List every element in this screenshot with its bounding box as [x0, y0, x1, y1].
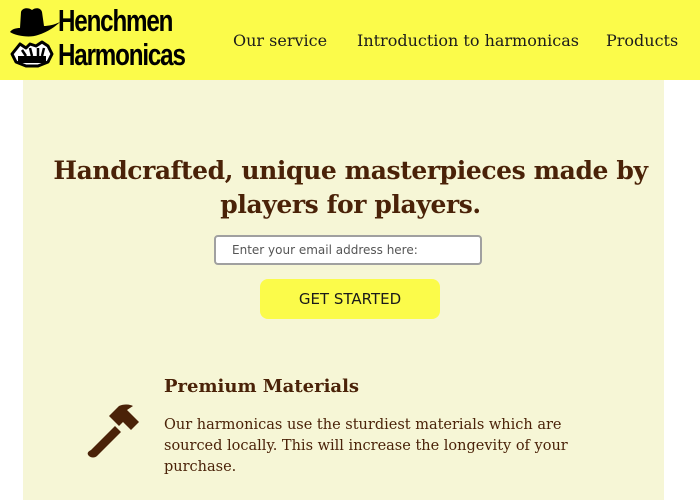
feature-text-premium-materials: Our harmonicas use the sturdiest materia…: [164, 417, 568, 475]
email-input[interactable]: [214, 235, 482, 265]
site-header: Henchmen Harmonicas Our service Introduc…: [0, 0, 700, 80]
nav-link-products[interactable]: Products: [606, 31, 678, 50]
hammer-icon: [87, 404, 139, 458]
get-started-button[interactable]: GET STARTED: [260, 279, 440, 319]
main-nav: Our service Introduction to harmonicas P…: [0, 31, 700, 55]
main-content: Handcrafted, unique masterpieces made by…: [23, 80, 664, 500]
hero-title: Handcrafted, unique masterpieces made by…: [53, 156, 648, 219]
feature-title-premium-materials: Premium Materials: [164, 376, 360, 397]
nav-link-introduction-to-harmonicas[interactable]: Introduction to harmonicas: [357, 31, 579, 50]
nav-link-our-service[interactable]: Our service: [233, 31, 327, 50]
